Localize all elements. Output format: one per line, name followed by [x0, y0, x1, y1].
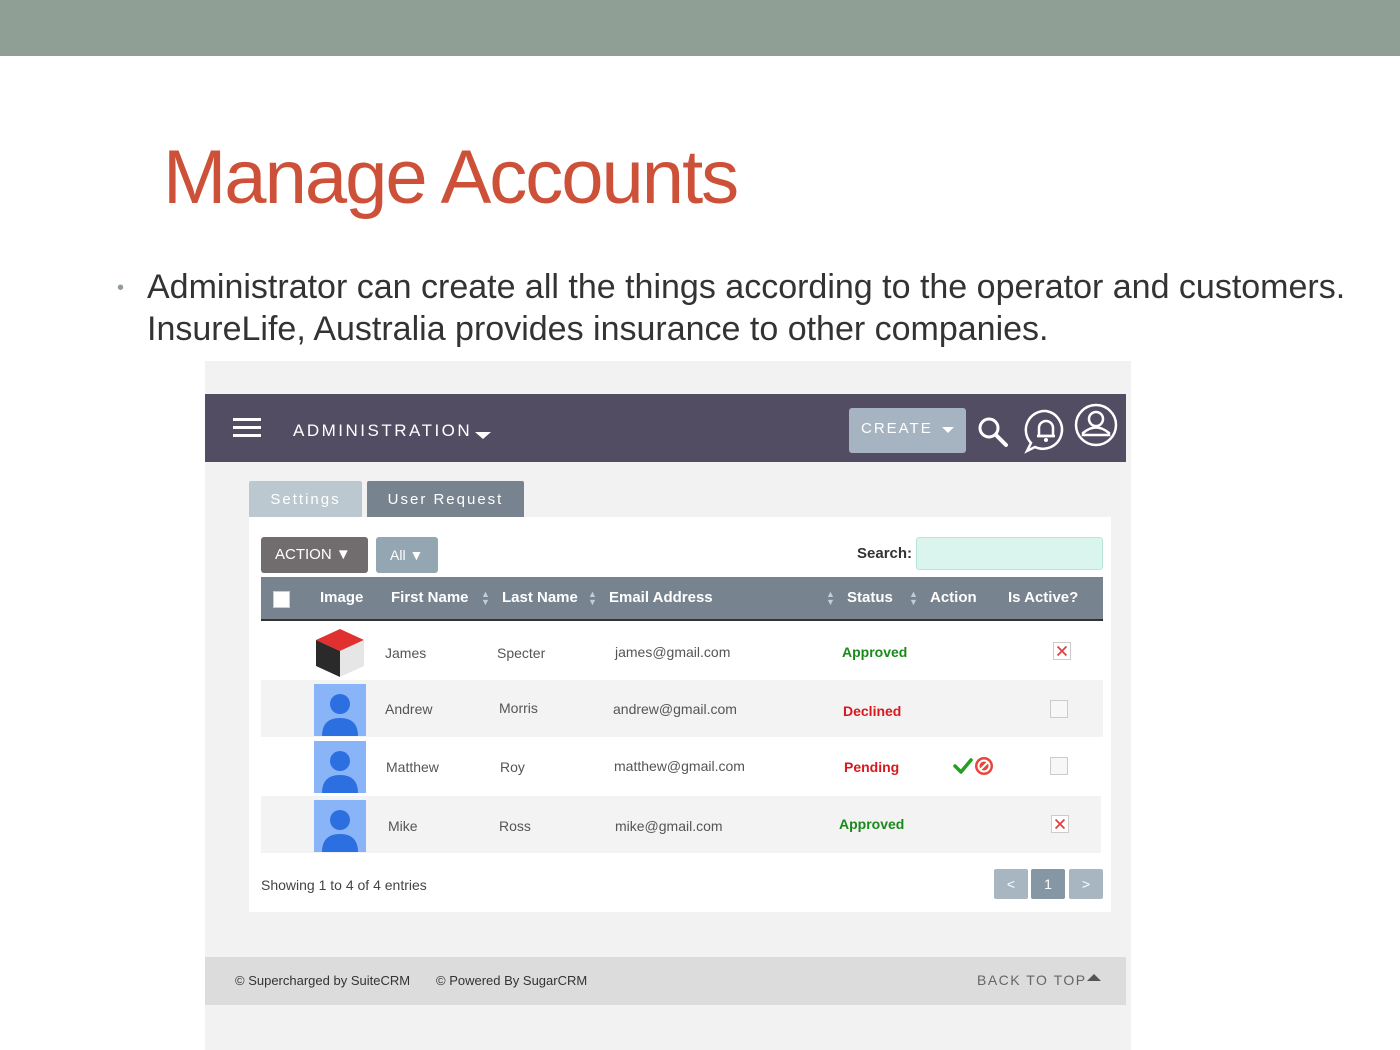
- slide-bullet-text: Administrator can create all the things …: [147, 268, 1346, 348]
- first-name-cell: James: [385, 645, 427, 661]
- active-checkbox[interactable]: [1050, 757, 1068, 775]
- create-caret-icon: [942, 427, 954, 433]
- create-button-label: CREATE: [861, 420, 933, 437]
- first-name-cell: Matthew: [386, 759, 439, 775]
- select-all-checkbox[interactable]: [273, 591, 290, 608]
- table-row[interactable]: Matthew Roy matthew@gmail.com Pending: [261, 737, 1103, 794]
- active-checkbox-checked[interactable]: [1051, 815, 1069, 833]
- sort-icon[interactable]: ▲ ▼: [826, 590, 835, 607]
- table-header: Image First Name ▲ ▼ Last Name ▲ ▼ Email A…: [261, 577, 1103, 621]
- column-header-image: Image: [320, 589, 364, 606]
- column-header-status[interactable]: Status: [847, 589, 893, 606]
- crm-screenshot: ADMINISTRATION CREATE Settings User Requ…: [205, 361, 1131, 1050]
- user-silhouette-icon: [314, 741, 366, 793]
- footer: © Supercharged by SuiteCRM © Powered By …: [205, 957, 1126, 1005]
- email-cell: james@gmail.com: [615, 644, 731, 660]
- status-badge: Pending: [844, 759, 900, 775]
- first-name-cell: Andrew: [385, 701, 433, 717]
- status-badge: Declined: [843, 703, 902, 719]
- chevron-up-icon[interactable]: [1087, 974, 1101, 981]
- active-checkbox-checked[interactable]: [1053, 642, 1071, 660]
- column-header-email[interactable]: Email Address: [609, 589, 713, 606]
- slide-title: Manage Accounts: [163, 135, 739, 220]
- tab-user-request[interactable]: User Request: [367, 481, 524, 517]
- hamburger-menu-icon[interactable]: [233, 418, 261, 438]
- active-checkbox[interactable]: [1050, 700, 1068, 718]
- column-header-last-name[interactable]: Last Name: [502, 589, 578, 606]
- email-cell: andrew@gmail.com: [613, 701, 737, 717]
- suitecrm-cube-icon: [316, 629, 364, 677]
- column-header-first-name[interactable]: First Name: [391, 589, 469, 606]
- last-name-cell: Ross: [499, 818, 531, 834]
- last-name-cell: Morris: [499, 700, 538, 716]
- administration-menu[interactable]: ADMINISTRATION: [293, 421, 472, 441]
- next-page-button[interactable]: >: [1069, 869, 1103, 899]
- bullet-dot-icon: •: [117, 277, 125, 299]
- sort-icon[interactable]: ▲ ▼: [588, 590, 597, 607]
- search-input[interactable]: [916, 537, 1103, 570]
- footer-sugarcrm-link[interactable]: © Powered By SugarCRM: [436, 973, 587, 988]
- sort-icon[interactable]: ▲ ▼: [909, 590, 918, 607]
- table-row[interactable]: James Specter james@gmail.com Approved: [261, 623, 1103, 680]
- approve-check-icon[interactable]: [953, 757, 973, 775]
- user-profile-icon[interactable]: [1073, 402, 1119, 448]
- status-badge: Approved: [839, 816, 905, 832]
- top-navbar: ADMINISTRATION CREATE: [205, 394, 1126, 462]
- search-label: Search:: [857, 545, 913, 562]
- status-badge: Approved: [842, 644, 908, 660]
- email-cell: mike@gmail.com: [615, 818, 723, 834]
- prev-page-button[interactable]: <: [994, 869, 1028, 899]
- chevron-down-icon[interactable]: [475, 432, 491, 439]
- table-info-text: Showing 1 to 4 of 4 entries: [261, 877, 427, 893]
- user-request-panel: ACTION ▼ All ▼ Search: Image First Name …: [249, 517, 1111, 912]
- page-1-button[interactable]: 1: [1031, 869, 1065, 899]
- sort-icon[interactable]: ▲ ▼: [481, 590, 490, 607]
- email-cell: matthew@gmail.com: [614, 758, 745, 774]
- slide-top-band: [0, 0, 1400, 56]
- first-name-cell: Mike: [388, 818, 418, 834]
- column-header-is-active: Is Active?: [1008, 589, 1079, 606]
- search-icon[interactable]: [975, 414, 1011, 450]
- back-to-top-link[interactable]: BACK TO TOP: [977, 972, 1087, 988]
- filter-all-dropdown[interactable]: All ▼: [376, 537, 438, 573]
- user-silhouette-icon: [314, 800, 366, 852]
- footer-suitecrm-link[interactable]: © Supercharged by SuiteCRM: [235, 973, 410, 988]
- notification-bell-icon[interactable]: [1023, 408, 1069, 454]
- table-row[interactable]: Andrew Morris andrew@gmail.com Declined: [261, 680, 1103, 737]
- tab-settings[interactable]: Settings: [249, 481, 362, 517]
- action-dropdown-button[interactable]: ACTION ▼: [261, 537, 368, 573]
- last-name-cell: Specter: [497, 645, 546, 661]
- decline-block-icon[interactable]: [974, 756, 994, 776]
- table-row[interactable]: Mike Ross mike@gmail.com Approved: [261, 796, 1101, 853]
- column-header-action: Action: [930, 589, 977, 606]
- user-silhouette-icon: [314, 684, 366, 736]
- create-button[interactable]: CREATE: [849, 408, 966, 453]
- last-name-cell: Roy: [500, 759, 525, 775]
